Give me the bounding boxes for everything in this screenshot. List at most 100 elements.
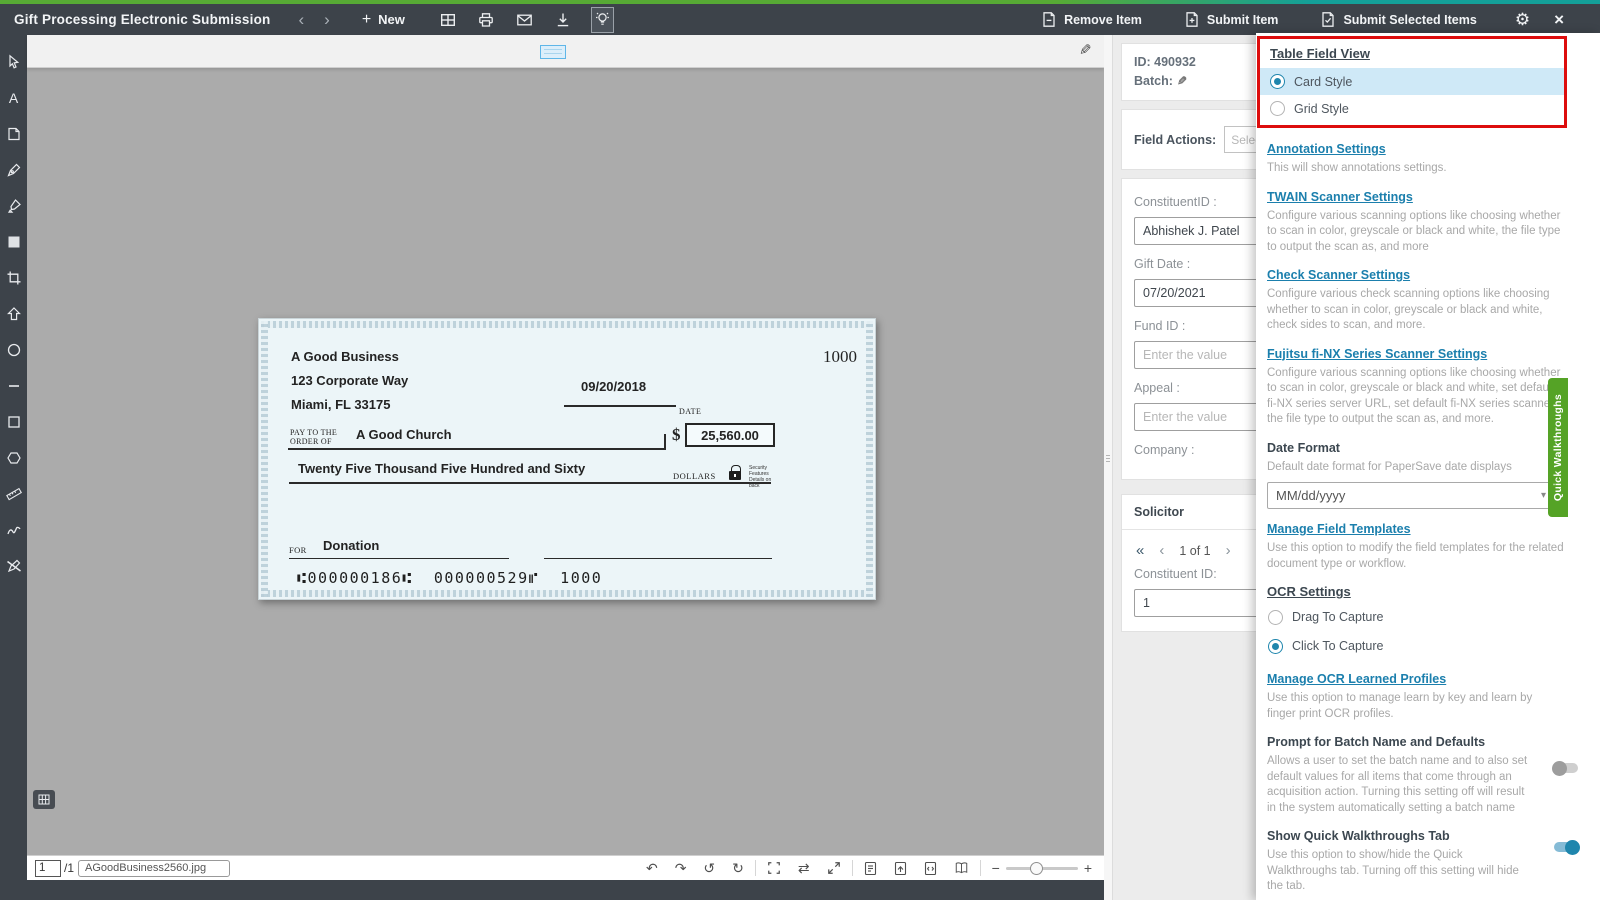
print-button[interactable] <box>467 12 505 28</box>
show-walkthroughs-toggle[interactable] <box>1554 842 1578 852</box>
pen-tool[interactable] <box>0 152 27 188</box>
check-border <box>261 321 268 597</box>
circle-icon <box>6 342 22 358</box>
check-dollars-label: DOLLARS <box>673 471 716 481</box>
manage-ocr-profiles-section: Manage OCR Learned Profiles Use this opt… <box>1267 670 1564 722</box>
note-icon <box>6 126 22 142</box>
check-payto-label: PAY TO THE ORDER OF <box>290 428 337 446</box>
rectangle-tool[interactable] <box>0 404 27 440</box>
submit-selected-items-button[interactable]: Submit Selected Items <box>1320 11 1476 28</box>
new-button[interactable]: + New <box>362 11 405 29</box>
fujitsu-settings-link[interactable]: Fujitsu fi-NX Series Scanner Settings <box>1267 347 1487 361</box>
manage-field-templates-section: Manage Field Templates Use this option t… <box>1267 520 1564 572</box>
quick-walkthroughs-tab[interactable]: Quick Walkthroughs <box>1548 378 1568 517</box>
thumbnail-panel-button[interactable] <box>33 790 55 809</box>
radio-unselected-icon <box>1270 101 1285 116</box>
click-to-capture-option[interactable]: Click To Capture <box>1267 633 1564 659</box>
viewer-canvas[interactable]: A Good Business 123 Corporate Way Miami,… <box>27 68 1104 855</box>
settings-gear-icon[interactable]: ⚙ <box>1515 10 1530 30</box>
page-export-icon[interactable] <box>894 861 907 876</box>
nav-forward-icon[interactable]: › <box>314 11 340 28</box>
zoom-slider[interactable] <box>1006 867 1078 870</box>
remove-item-button[interactable]: Remove Item <box>1041 11 1142 28</box>
book-view-icon[interactable] <box>954 861 969 875</box>
edit-pencil-icon[interactable]: ✎ <box>1079 41 1092 59</box>
hide-annotations-tool[interactable] <box>0 548 27 584</box>
line-icon <box>6 378 22 394</box>
top-toolbar: Gift Processing Electronic Submission ‹ … <box>0 4 1600 35</box>
fit-width-icon[interactable]: ⇄ <box>798 861 810 875</box>
card-style-option[interactable]: Card Style <box>1260 68 1564 95</box>
filename-input[interactable] <box>78 860 230 877</box>
first-page-icon[interactable]: « <box>1136 542 1144 559</box>
scan-mode-button[interactable] <box>591 7 614 33</box>
text-tool[interactable]: A <box>0 80 27 116</box>
zoom-in-icon[interactable]: + <box>1084 861 1092 875</box>
ellipse-tool[interactable] <box>0 332 27 368</box>
zoom-out-icon[interactable]: − <box>992 861 1000 875</box>
rotate-left-icon[interactable]: ↺ <box>703 861 715 875</box>
check-words-line <box>289 482 771 484</box>
polygon-tool[interactable] <box>0 440 27 476</box>
date-format-desc: Default date format for PaperSave date d… <box>1267 460 1564 476</box>
select-cursor-tool[interactable] <box>0 44 27 80</box>
ruler-tool[interactable] <box>0 476 27 512</box>
show-walkthroughs-title: Show Quick Walkthroughs Tab <box>1267 829 1450 843</box>
single-page-icon[interactable] <box>864 861 877 876</box>
page-number-input[interactable] <box>35 860 61 877</box>
prompt-batch-toggle[interactable] <box>1554 763 1578 773</box>
note-tool[interactable] <box>0 116 27 152</box>
download-button[interactable] <box>544 12 582 28</box>
rotate-right-icon[interactable]: ↻ <box>732 861 744 875</box>
submit-item-button[interactable]: Submit Item <box>1184 11 1279 28</box>
drag-to-capture-option[interactable]: Drag To Capture <box>1267 604 1564 630</box>
crop-icon <box>6 270 22 286</box>
stamp-preview[interactable] <box>540 45 566 59</box>
page-code-icon[interactable] <box>924 861 937 876</box>
nav-back-icon[interactable]: ‹ <box>288 11 314 28</box>
table-field-view-heading: Table Field View <box>1270 46 1564 61</box>
panel-splitter[interactable] <box>1104 35 1113 900</box>
card-style-label: Card Style <box>1294 75 1352 89</box>
manage-ocr-profiles-link[interactable]: Manage OCR Learned Profiles <box>1267 672 1446 686</box>
zoom-slider-knob[interactable] <box>1030 862 1043 875</box>
fit-to-screen-icon[interactable] <box>767 861 781 875</box>
freehand-tool[interactable] <box>0 512 27 548</box>
pen-icon <box>6 162 22 178</box>
check-scanner-settings-link[interactable]: Check Scanner Settings <box>1267 268 1410 282</box>
arrow-tool[interactable] <box>0 296 27 332</box>
twain-settings-section: TWAIN Scanner Settings Configure various… <box>1267 188 1564 256</box>
quick-walkthroughs-label: Quick Walkthroughs <box>1552 394 1564 501</box>
line-tool[interactable] <box>0 368 27 404</box>
bulb-icon <box>595 11 610 28</box>
date-format-select[interactable]: MM/dd/yyyy ▾ <box>1267 482 1555 509</box>
next-page-icon[interactable]: › <box>1226 542 1231 559</box>
highlighter-tool[interactable] <box>0 188 27 224</box>
radio-selected-icon <box>1268 639 1283 654</box>
date-format-value: MM/dd/yyyy <box>1276 488 1345 503</box>
grid-view-button[interactable] <box>429 12 467 28</box>
annotation-toolbar: A <box>0 35 27 900</box>
grid-style-option[interactable]: Grid Style <box>1260 95 1564 122</box>
expand-icon[interactable] <box>827 861 841 875</box>
ruler-icon <box>6 486 22 502</box>
filled-square-tool[interactable] <box>0 224 27 260</box>
check-border <box>261 321 873 328</box>
hexagon-icon <box>6 450 22 466</box>
batch-edit-pencil-icon[interactable]: ✎ <box>1177 72 1187 91</box>
redo-icon[interactable]: ↷ <box>675 861 687 875</box>
manage-field-templates-link[interactable]: Manage Field Templates <box>1267 522 1411 536</box>
check-image[interactable]: A Good Business 123 Corporate Way Miami,… <box>258 318 876 600</box>
check-amount-words: Twenty Five Thousand Five Hundred and Si… <box>298 461 585 476</box>
undo-icon[interactable]: ↶ <box>646 861 658 875</box>
crop-tool[interactable] <box>0 260 27 296</box>
twain-settings-link[interactable]: TWAIN Scanner Settings <box>1267 190 1413 204</box>
check-scanner-settings-desc: Configure various check scanning options… <box>1267 287 1564 334</box>
close-icon[interactable]: × <box>1554 10 1564 30</box>
email-button[interactable] <box>505 12 544 28</box>
dollar-sign: $ <box>672 425 681 445</box>
annotation-settings-link[interactable]: Annotation Settings <box>1267 142 1386 156</box>
radio-selected-icon <box>1270 74 1285 89</box>
ocr-settings-heading: OCR Settings <box>1267 584 1351 599</box>
prev-page-icon[interactable]: ‹ <box>1159 542 1164 559</box>
